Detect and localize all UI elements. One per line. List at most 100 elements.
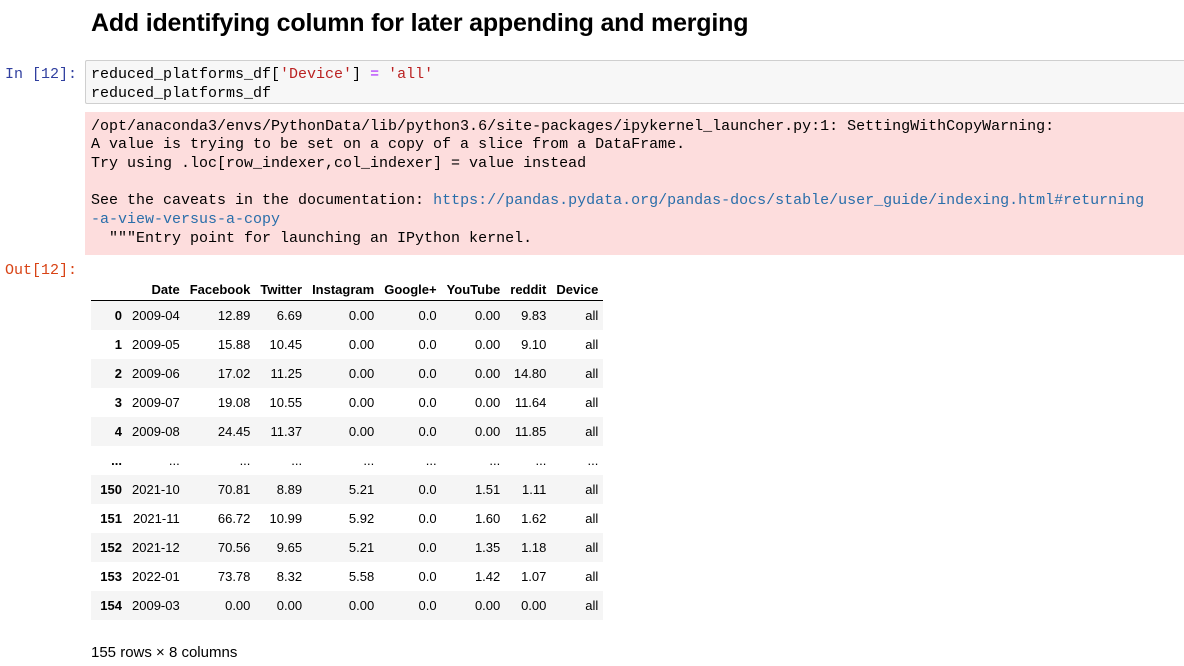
cell-twitter: 0.00 [276,598,303,613]
docs-link-continued[interactable]: -a-view-versus-a-copy [91,211,280,228]
cell-youtube: 1.51 [474,482,501,497]
warning-line-1: /opt/anaconda3/envs/PythonData/lib/pytho… [91,118,1055,135]
cell-googleplus: 0.0 [418,337,437,352]
table-row: 150 2021-10 70.81 8.89 5.21 0.0 1.51 1.11 all [91,475,604,504]
cell-date: 2009-05 [132,337,180,352]
cell-instagram: 0.00 [348,395,375,410]
header-googleplus: Google+ [379,279,442,301]
header-youtube: YouTube [441,279,506,301]
cell-reddit: 1.62 [521,511,547,526]
code-line-2: reduced_platforms_df [91,85,272,102]
cell-device: all [585,366,599,381]
code-token-op: = [370,66,380,83]
cell-youtube: 0.00 [474,395,501,410]
cell-device: all [585,598,599,613]
cell-facebook: 24.45 [217,424,251,439]
row-index: 151 [100,511,122,526]
cell-device: all [585,540,599,555]
cell-instagram: 0.00 [348,366,375,381]
cell-twitter: ... [291,453,303,468]
warning-line-3: Try using .loc[row_indexer,col_indexer] … [91,155,587,172]
cell-device: all [585,511,599,526]
table-row: 151 2021-11 66.72 10.99 5.92 0.0 1.60 1.62 all [91,504,603,533]
row-index: 3 [114,395,122,410]
cell-instagram: 0.00 [348,337,375,352]
row-index: 153 [100,569,122,584]
section-heading: Add identifying column for later appendi… [91,9,749,37]
table-row: 0 2009-04 12.89 6.69 0.00 0.0 0.00 9.83 all [91,300,604,330]
cell-facebook: 70.81 [217,482,251,497]
cell-reddit: 11.64 [514,395,547,410]
row-index: ... [111,453,122,468]
cell-reddit: 11.85 [514,424,547,439]
code-cell-editor[interactable]: reduced_platforms_df['Device'] = 'all' r… [85,60,1184,104]
output-prompt: Out[12]: [5,262,78,279]
dataframe-shape-summary: 155 rows × 8 columns [91,644,238,661]
cell-youtube: 0.00 [474,598,501,613]
cell-reddit: 1.07 [521,569,547,584]
cell-googleplus: 0.0 [418,366,437,381]
cell-googleplus: 0.0 [418,569,437,584]
cell-reddit: 0.00 [521,598,547,613]
table-row: 152 2021-12 70.56 9.65 5.21 0.0 1.35 1.18 all [91,533,604,562]
cell-facebook: 0.00 [225,598,251,613]
cell-facebook: 15.88 [217,337,251,352]
cell-date: ... [168,453,180,468]
warning-docs-text: See the caveats in the documentation: [91,192,434,209]
table-row: 4 2009-08 24.45 11.37 0.00 0.0 0.00 11.85 all [91,417,604,446]
warning-line-2: A value is trying to be set on a copy of… [91,136,686,153]
cell-date: 2009-06 [132,366,180,381]
cell-twitter: 8.32 [276,569,303,584]
cell-reddit: 9.10 [521,337,547,352]
cell-device: ... [587,453,599,468]
cell-reddit: 1.11 [522,482,547,497]
cell-instagram: 5.92 [348,511,375,526]
table-header-row: Date Facebook Twitter Instagram Google+ … [91,279,604,301]
header-device: Device [551,279,604,301]
cell-instagram: 5.21 [348,482,375,497]
cell-googleplus: 0.0 [418,540,437,555]
cell-facebook: 73.78 [217,569,251,584]
cell-date: 2009-04 [132,308,180,323]
cell-twitter: 10.99 [269,511,303,526]
cell-facebook: 17.02 [217,366,251,381]
cell-twitter: 10.55 [269,395,303,410]
cell-reddit: 1.18 [521,540,547,555]
cell-instagram: ... [363,453,375,468]
cell-youtube: 0.00 [474,308,501,323]
cell-device: all [585,308,599,323]
cell-instagram: 0.00 [348,424,375,439]
cell-youtube: ... [489,453,501,468]
cell-date: 2009-07 [132,395,180,410]
header-twitter: Twitter [255,279,308,301]
cell-twitter: 6.69 [276,308,303,323]
table-row: 153 2022-01 73.78 8.32 5.58 0.0 1.42 1.07 all [91,562,603,591]
dataframe-table: Date Facebook Twitter Instagram Google+ … [91,279,604,620]
code-token-key: 'Device' [280,66,353,83]
row-index: 1 [114,337,122,352]
cell-date: 2021-11 [132,511,180,526]
row-index: 152 [100,540,122,555]
cell-youtube: 0.00 [474,366,501,381]
cell-date: 2021-10 [132,482,180,497]
row-index: 154 [100,598,122,613]
cell-youtube: 1.42 [474,569,501,584]
cell-instagram: 0.00 [348,308,375,323]
cell-googleplus: ... [425,453,437,468]
cell-youtube: 0.00 [474,424,501,439]
docs-link[interactable]: https://pandas.pydata.org/pandas-docs/st… [433,192,1144,209]
header-facebook: Facebook [184,279,256,301]
cell-device: all [585,395,599,410]
cell-facebook: 19.08 [217,395,251,410]
cell-device: all [585,482,599,497]
cell-device: all [585,424,599,439]
cell-googleplus: 0.0 [418,598,437,613]
cell-reddit: ... [535,453,547,468]
row-index: 4 [114,424,122,439]
cell-facebook: ... [239,453,251,468]
cell-twitter: 11.37 [270,424,303,439]
row-index: 2 [114,366,122,381]
table-row: 3 2009-07 19.08 10.55 0.00 0.0 0.00 11.64 all [91,388,603,417]
warning-output: /opt/anaconda3/envs/PythonData/lib/pytho… [85,112,1184,255]
